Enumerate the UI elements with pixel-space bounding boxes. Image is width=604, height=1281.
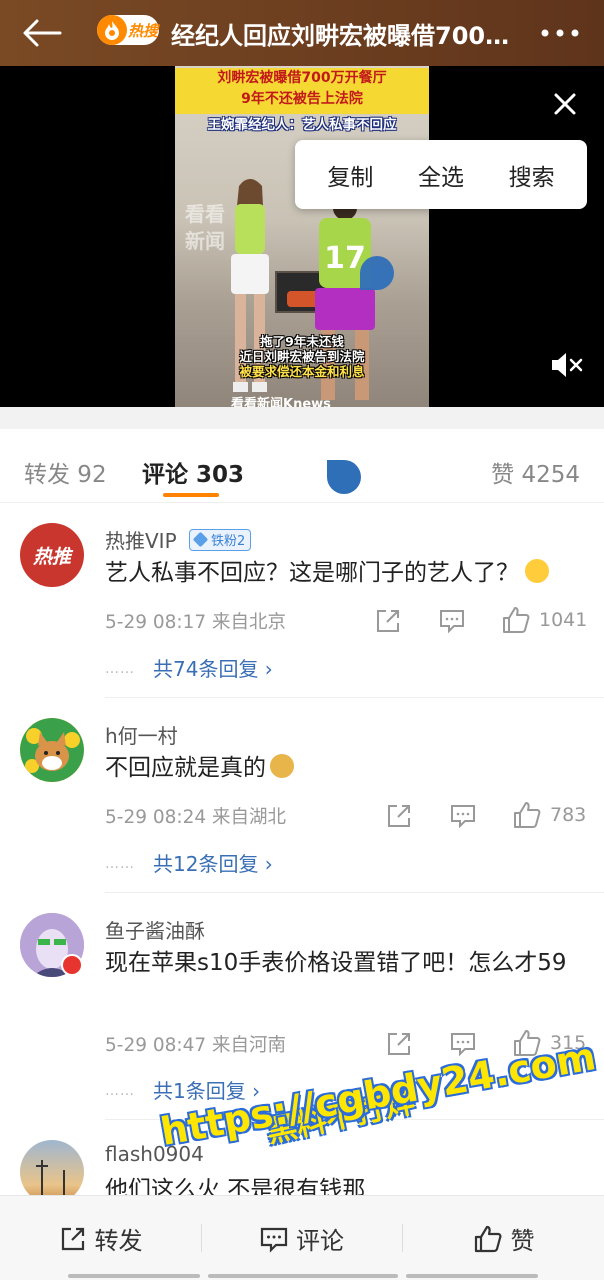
view-replies-link[interactable]: …… 共74条回复 › xyxy=(105,653,273,682)
share-icon[interactable] xyxy=(375,608,401,634)
username-text: 热推VIP xyxy=(105,529,177,553)
comment-icon xyxy=(260,1227,288,1253)
watermark-line: 看看 xyxy=(185,202,225,226)
avatar-text: 热推 xyxy=(32,545,71,568)
video-player[interactable]: 刘畊宏被曝借700万开餐厅 9年不还被告上法院 王婉霏经纪人：艺人私事不回应 1… xyxy=(0,66,604,407)
comment-icon[interactable] xyxy=(450,1031,476,1057)
comment-text: 不回应就是真的 xyxy=(105,751,585,785)
caption-line: 9年不还被告上法院 xyxy=(241,91,363,107)
like-count: 1041 xyxy=(539,609,588,631)
flame-icon xyxy=(97,15,127,45)
mute-icon[interactable] xyxy=(550,351,584,379)
share-icon[interactable] xyxy=(386,1031,412,1057)
comment-meta: 5-29 08:24 来自湖北 xyxy=(105,807,287,828)
comment-text: 他们这么火 不是很有钱那 xyxy=(105,1177,366,1195)
share-icon[interactable] xyxy=(386,803,412,829)
comment-item: h何一村 不回应就是真的 5-29 08:24 来自湖北 783 …… 共12条回… xyxy=(0,698,604,893)
repost-label: 转发 xyxy=(94,1227,143,1255)
like-button[interactable]: 赞 xyxy=(403,1196,604,1281)
watermark-line: 新闻 xyxy=(185,229,225,253)
tab-repost[interactable]: 转发 92 xyxy=(24,455,107,489)
like-label: 赞 xyxy=(510,1227,535,1255)
video-watermark: 看看 新闻 xyxy=(185,201,225,255)
avatar[interactable]: 热推 xyxy=(20,523,84,587)
comment-text: 现在苹果s10手表价格设置错了吧！怎么才59 xyxy=(105,950,567,976)
gesture-indicator xyxy=(208,1274,398,1278)
comment-meta: 5-29 08:47 来自河南 xyxy=(105,1035,287,1056)
diamond-icon xyxy=(192,531,209,548)
avatar[interactable] xyxy=(20,718,84,782)
caption-line: 拖了9年未还钱 xyxy=(260,334,344,349)
top-bar: 热搜 经纪人回应刘畊宏被曝借700… xyxy=(0,0,604,66)
gesture-indicator xyxy=(406,1274,538,1278)
view-replies-link[interactable]: …… 共12条回复 › xyxy=(105,848,273,877)
video-caption-sub: 王婉霏经纪人：艺人私事不回应 xyxy=(207,117,397,133)
comment-label: 评论 xyxy=(296,1227,344,1255)
comment-text-content: 不回应就是真的 xyxy=(105,755,266,781)
username[interactable]: h何一村 xyxy=(105,720,178,749)
dots: …… xyxy=(105,856,135,872)
comment-icon[interactable] xyxy=(439,608,465,634)
doge-emoji-icon xyxy=(270,754,294,778)
caption-line: 被要求偿还本金和利息 xyxy=(239,364,365,379)
page-title: 经纪人回应刘畊宏被曝借700… xyxy=(171,22,510,50)
section-gap xyxy=(0,407,604,429)
text-context-menu: 复制 全选 搜索 xyxy=(295,140,587,209)
more-dots-icon[interactable] xyxy=(540,28,580,38)
comment-meta: 5-29 08:17 来自北京 xyxy=(105,612,287,633)
video-frame: 刘畊宏被曝借700万开餐厅 9年不还被告上法院 王婉霏经纪人：艺人私事不回应 1… xyxy=(175,66,429,407)
tab-bar: 转发 92 评论 303 赞 4254 xyxy=(0,429,604,503)
close-icon[interactable] xyxy=(553,92,577,116)
shiba-dog-icon xyxy=(20,718,84,782)
username[interactable]: 鱼子酱油酥 xyxy=(105,915,205,944)
thinking-emoji-icon xyxy=(525,559,549,583)
gesture-indicator xyxy=(68,1274,200,1278)
video-caption-bottom: 拖了9年未还钱 近日刘畊宏被告到法院 被要求偿还本金和利息 xyxy=(175,334,429,379)
hot-badge-label: 热搜 xyxy=(128,21,159,40)
search-menu-item[interactable]: 搜索 xyxy=(509,158,555,192)
username[interactable]: 热推VIP 铁粉2 xyxy=(105,525,252,554)
comment-text-content: 艺人私事不回应？这是哪门子的艺人了？ xyxy=(105,560,519,586)
comment-item: 热推 热推VIP 铁粉2 艺人私事不回应？这是哪门子的艺人了？ 5-29 08:… xyxy=(0,503,604,698)
tab-like[interactable]: 赞 4254 xyxy=(491,455,580,489)
verified-badge-icon xyxy=(61,954,83,976)
caption-line: 近日刘畊宏被告到法院 xyxy=(239,349,365,364)
replies-label: 共12条回复 › xyxy=(153,852,273,876)
comment-button[interactable]: 评论 xyxy=(202,1196,402,1281)
replies-label: 共74条回复 › xyxy=(153,657,273,681)
thumbs-up-icon xyxy=(474,1225,501,1252)
selection-handle-start[interactable] xyxy=(360,256,394,290)
copy-menu-item[interactable]: 复制 xyxy=(327,158,373,192)
knews-logo: 看看新闻Knews xyxy=(231,397,331,407)
thumbs-up-icon[interactable] xyxy=(501,605,531,635)
hot-search-badge[interactable]: 热搜 xyxy=(97,15,159,45)
repost-icon xyxy=(61,1227,84,1250)
sunset-poles-icon xyxy=(36,1160,65,1195)
comment-icon[interactable] xyxy=(450,803,476,829)
bottom-action-bar: 转发 评论 赞 xyxy=(0,1195,604,1280)
select-all-menu-item[interactable]: 全选 xyxy=(418,158,464,192)
like-count: 783 xyxy=(550,804,587,826)
active-tab-indicator xyxy=(163,493,219,497)
thumbs-up-icon[interactable] xyxy=(512,800,542,830)
comment-text: 艺人私事不回应？这是哪门子的艺人了？ xyxy=(105,556,585,590)
video-caption-top: 刘畊宏被曝借700万开餐厅 9年不还被告上法院 xyxy=(175,68,429,114)
tab-comment[interactable]: 评论 303 xyxy=(142,455,244,489)
caption-line: 刘畊宏被曝借700万开餐厅 xyxy=(217,70,387,86)
fan-badge-label: 铁粉2 xyxy=(211,534,246,549)
repost-button[interactable]: 转发 xyxy=(0,1196,201,1281)
selection-handle-end[interactable] xyxy=(327,460,361,494)
avatar[interactable] xyxy=(20,1140,84,1195)
fan-badge: 铁粉2 xyxy=(189,528,252,551)
back-arrow-icon[interactable] xyxy=(22,18,62,48)
dots: …… xyxy=(105,661,135,677)
dots: …… xyxy=(105,1083,135,1099)
